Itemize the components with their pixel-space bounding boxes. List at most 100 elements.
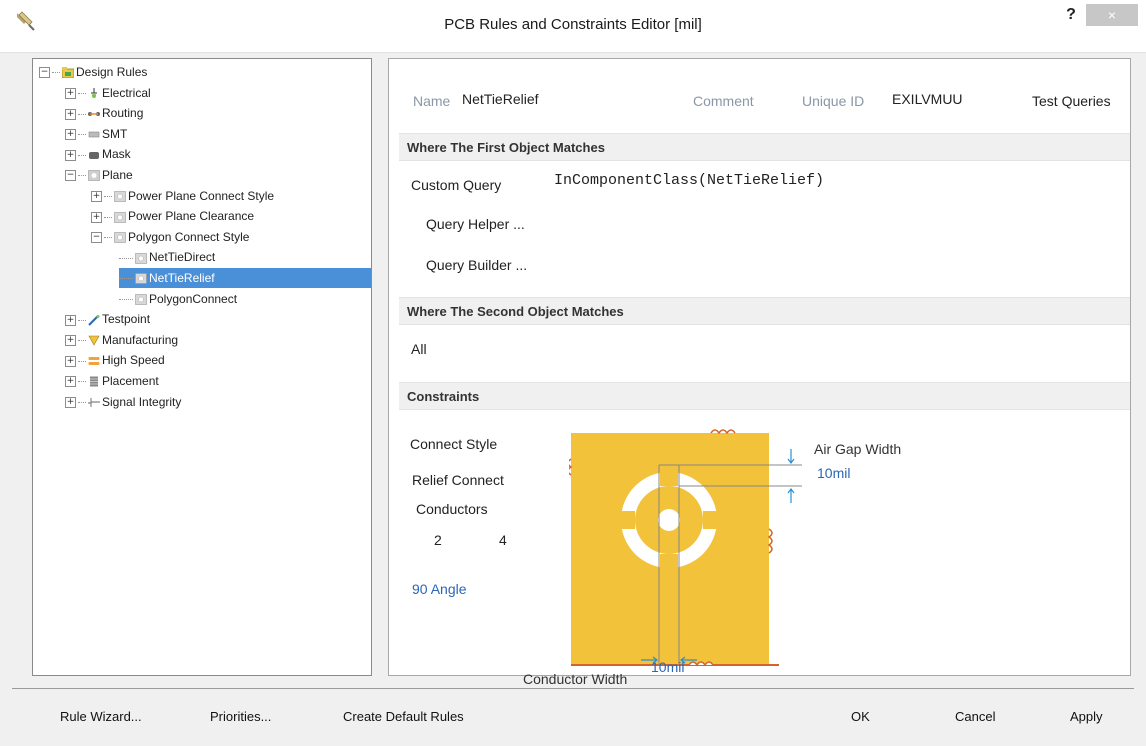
relief-connect-illustration xyxy=(569,429,802,667)
tree-item-power-plane-clearance[interactable]: + Power Plane Clearance xyxy=(91,206,254,226)
help-button[interactable]: ? xyxy=(1058,4,1084,26)
tree-item-label: PolygonConnect xyxy=(149,291,238,306)
rule-icon xyxy=(135,294,147,305)
expand-icon[interactable]: + xyxy=(65,108,76,120)
unique-id-label: Unique ID xyxy=(802,93,865,109)
tree-item-routing[interactable]: + Routing xyxy=(65,103,143,123)
name-label: Name xyxy=(413,93,451,109)
signal-integrity-icon xyxy=(88,397,100,407)
conductors-option-4[interactable]: 4 xyxy=(499,532,507,548)
conductors-option-2[interactable]: 2 xyxy=(434,532,442,548)
air-gap-width-label: Air Gap Width xyxy=(814,441,902,457)
tree-item-label: Signal Integrity xyxy=(102,394,182,409)
air-gap-width-field[interactable]: 10mil xyxy=(817,465,850,481)
rule-icon xyxy=(135,252,147,264)
tree-item-electrical[interactable]: + Electrical xyxy=(65,83,151,103)
unique-id-field[interactable]: EXILVMUU xyxy=(892,91,963,107)
routing-icon xyxy=(88,111,100,116)
priorities-button[interactable]: Priorities... xyxy=(210,709,271,724)
high-speed-icon xyxy=(88,356,100,365)
connect-style-dropdown[interactable]: Relief Connect xyxy=(412,472,504,488)
tree-item-label: NetTieRelief xyxy=(149,271,215,285)
tree-root-design-rules[interactable]: − Design Rules xyxy=(39,62,147,82)
comment-label: Comment xyxy=(693,93,754,109)
expand-icon[interactable]: + xyxy=(91,190,102,202)
tree-item-polygon-connect-style[interactable]: − Polygon Connect Style xyxy=(91,227,249,247)
tree-item-label: SMT xyxy=(102,126,128,141)
window-title: PCB Rules and Constraints Editor [mil] xyxy=(444,16,702,33)
rule-icon xyxy=(114,191,126,202)
second-object-query[interactable]: All xyxy=(411,341,427,357)
tree-item-manufacturing[interactable]: + Manufacturing xyxy=(65,330,178,350)
tree-item-label: High Speed xyxy=(102,353,165,368)
tree-item-label: NetTieDirect xyxy=(149,250,216,265)
rule-icon xyxy=(114,232,126,243)
collapse-icon[interactable]: − xyxy=(65,170,76,182)
ok-button[interactable]: OK xyxy=(851,709,870,724)
query-builder-button[interactable]: Query Builder ... xyxy=(426,257,527,273)
mask-icon xyxy=(89,151,99,159)
create-default-rules-button[interactable]: Create Default Rules xyxy=(343,709,464,724)
tree-item-label: Manufacturing xyxy=(102,332,179,347)
folder-icon xyxy=(62,67,74,79)
plane-icon xyxy=(88,170,100,182)
placement-icon xyxy=(90,376,98,387)
tree-item-nettiedirect[interactable]: NetTieDirect xyxy=(119,247,215,267)
close-button[interactable]: × xyxy=(1086,4,1138,26)
tree-item-testpoint[interactable]: + Testpoint xyxy=(65,309,150,329)
title-bar: PCB Rules and Constraints Editor [mil] ?… xyxy=(0,0,1146,53)
rule-detail-panel: Name NetTieRelief Comment Unique ID EXIL… xyxy=(388,58,1131,687)
angle-dropdown[interactable]: 90 Angle xyxy=(412,581,467,597)
tree-item-label: Electrical xyxy=(102,85,151,100)
expand-icon[interactable]: + xyxy=(65,376,76,388)
tree-item-label: Power Plane Clearance xyxy=(128,209,255,224)
expand-icon[interactable]: + xyxy=(65,335,76,347)
expand-icon[interactable]: + xyxy=(65,87,76,99)
expand-icon[interactable]: + xyxy=(65,149,76,161)
query-text-field[interactable]: InComponentClass(NetTieRelief) xyxy=(554,172,824,189)
tree-item-nettierelief[interactable]: NetTieRelief xyxy=(119,268,371,288)
expand-icon[interactable]: + xyxy=(65,355,76,367)
connect-style-label: Connect Style xyxy=(410,436,498,452)
tree-item-mask[interactable]: + Mask xyxy=(65,144,131,164)
tree-item-placement[interactable]: + Placement xyxy=(65,371,159,391)
rule-icon xyxy=(114,211,126,223)
bottom-button-bar: Rule Wizard... Priorities... Create Defa… xyxy=(12,688,1134,746)
cancel-button[interactable]: Cancel xyxy=(955,709,995,724)
tree-item-label: Testpoint xyxy=(102,312,151,327)
expand-icon[interactable]: + xyxy=(65,396,76,408)
tree-root-label: Design Rules xyxy=(76,65,148,79)
collapse-icon[interactable]: − xyxy=(39,67,50,79)
manufacturing-icon xyxy=(88,335,100,346)
expand-icon[interactable]: + xyxy=(91,211,102,223)
tree-item-label: Plane xyxy=(102,168,133,182)
tree-item-high-speed[interactable]: + High Speed xyxy=(65,350,165,370)
second-object-section-header: Where The Second Object Matches xyxy=(399,297,1130,325)
collapse-icon[interactable]: − xyxy=(91,232,102,244)
tree-item-label: Placement xyxy=(102,374,159,388)
rule-icon xyxy=(135,273,147,285)
tree-item-polygonconnect[interactable]: PolygonConnect xyxy=(119,289,237,309)
first-object-section-header: Where The First Object Matches xyxy=(399,133,1130,161)
rules-tree[interactable]: − Design Rules + Electrical + Routing + SMT + Ma… xyxy=(32,58,372,676)
tree-item-label: Routing xyxy=(102,106,144,121)
testpoint-icon xyxy=(88,314,100,326)
custom-query-label: Custom Query xyxy=(411,177,502,193)
conductor-width-label: Conductor Width xyxy=(523,671,628,687)
conductors-label: Conductors xyxy=(416,501,488,517)
test-queries-button[interactable]: Test Queries xyxy=(1032,93,1111,109)
tree-item-plane[interactable]: − Plane xyxy=(65,165,133,185)
name-field[interactable]: NetTieRelief xyxy=(462,91,539,107)
expand-icon[interactable]: + xyxy=(65,314,76,326)
apply-button[interactable]: Apply xyxy=(1070,709,1103,724)
tree-item-smt[interactable]: + SMT xyxy=(65,124,127,144)
tree-item-signal-integrity[interactable]: + Signal Integrity xyxy=(65,392,181,412)
electrical-icon xyxy=(91,87,97,98)
conductor-width-field[interactable]: 10mil xyxy=(651,659,684,675)
constraints-section-header: Constraints xyxy=(399,382,1130,410)
tree-item-power-plane-connect-style[interactable]: + Power Plane Connect Style xyxy=(91,186,274,206)
rule-wizard-button[interactable]: Rule Wizard... xyxy=(60,709,142,724)
tree-item-label: Mask xyxy=(102,147,131,162)
query-helper-button[interactable]: Query Helper ... xyxy=(426,216,525,232)
expand-icon[interactable]: + xyxy=(65,129,76,141)
